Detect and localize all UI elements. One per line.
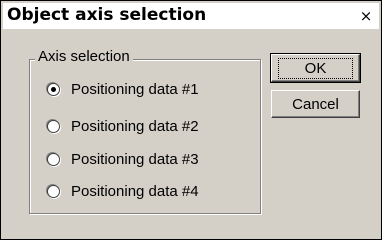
radio-label[interactable]: Positioning data #2	[71, 118, 199, 135]
ok-button[interactable]: OK	[270, 53, 361, 83]
radio-button-icon[interactable]	[47, 119, 60, 133]
radio-button-icon[interactable]	[47, 184, 60, 198]
radio-positioning-data-4[interactable]: Positioning data #4	[47, 180, 199, 202]
radio-positioning-data-2[interactable]: Positioning data #2	[47, 115, 199, 137]
close-icon[interactable]: ×	[355, 6, 377, 26]
cancel-button[interactable]: Cancel	[271, 90, 360, 118]
radio-positioning-data-3[interactable]: Positioning data #3	[47, 148, 199, 170]
radio-label[interactable]: Positioning data #3	[71, 151, 199, 168]
radio-positioning-data-1[interactable]: Positioning data #1	[47, 78, 199, 100]
radio-button-icon[interactable]	[47, 82, 60, 96]
radio-label[interactable]: Positioning data #4	[71, 183, 199, 200]
object-axis-selection-dialog: Object axis selection × Axis selection P…	[0, 0, 382, 240]
radio-label[interactable]: Positioning data #1	[71, 81, 199, 98]
axis-selection-label: Axis selection	[35, 48, 133, 65]
ok-button-label[interactable]: OK	[277, 57, 354, 79]
dialog-title: Object axis selection	[7, 5, 207, 25]
title-bar: Object axis selection ×	[3, 3, 379, 29]
radio-button-icon[interactable]	[47, 152, 60, 166]
